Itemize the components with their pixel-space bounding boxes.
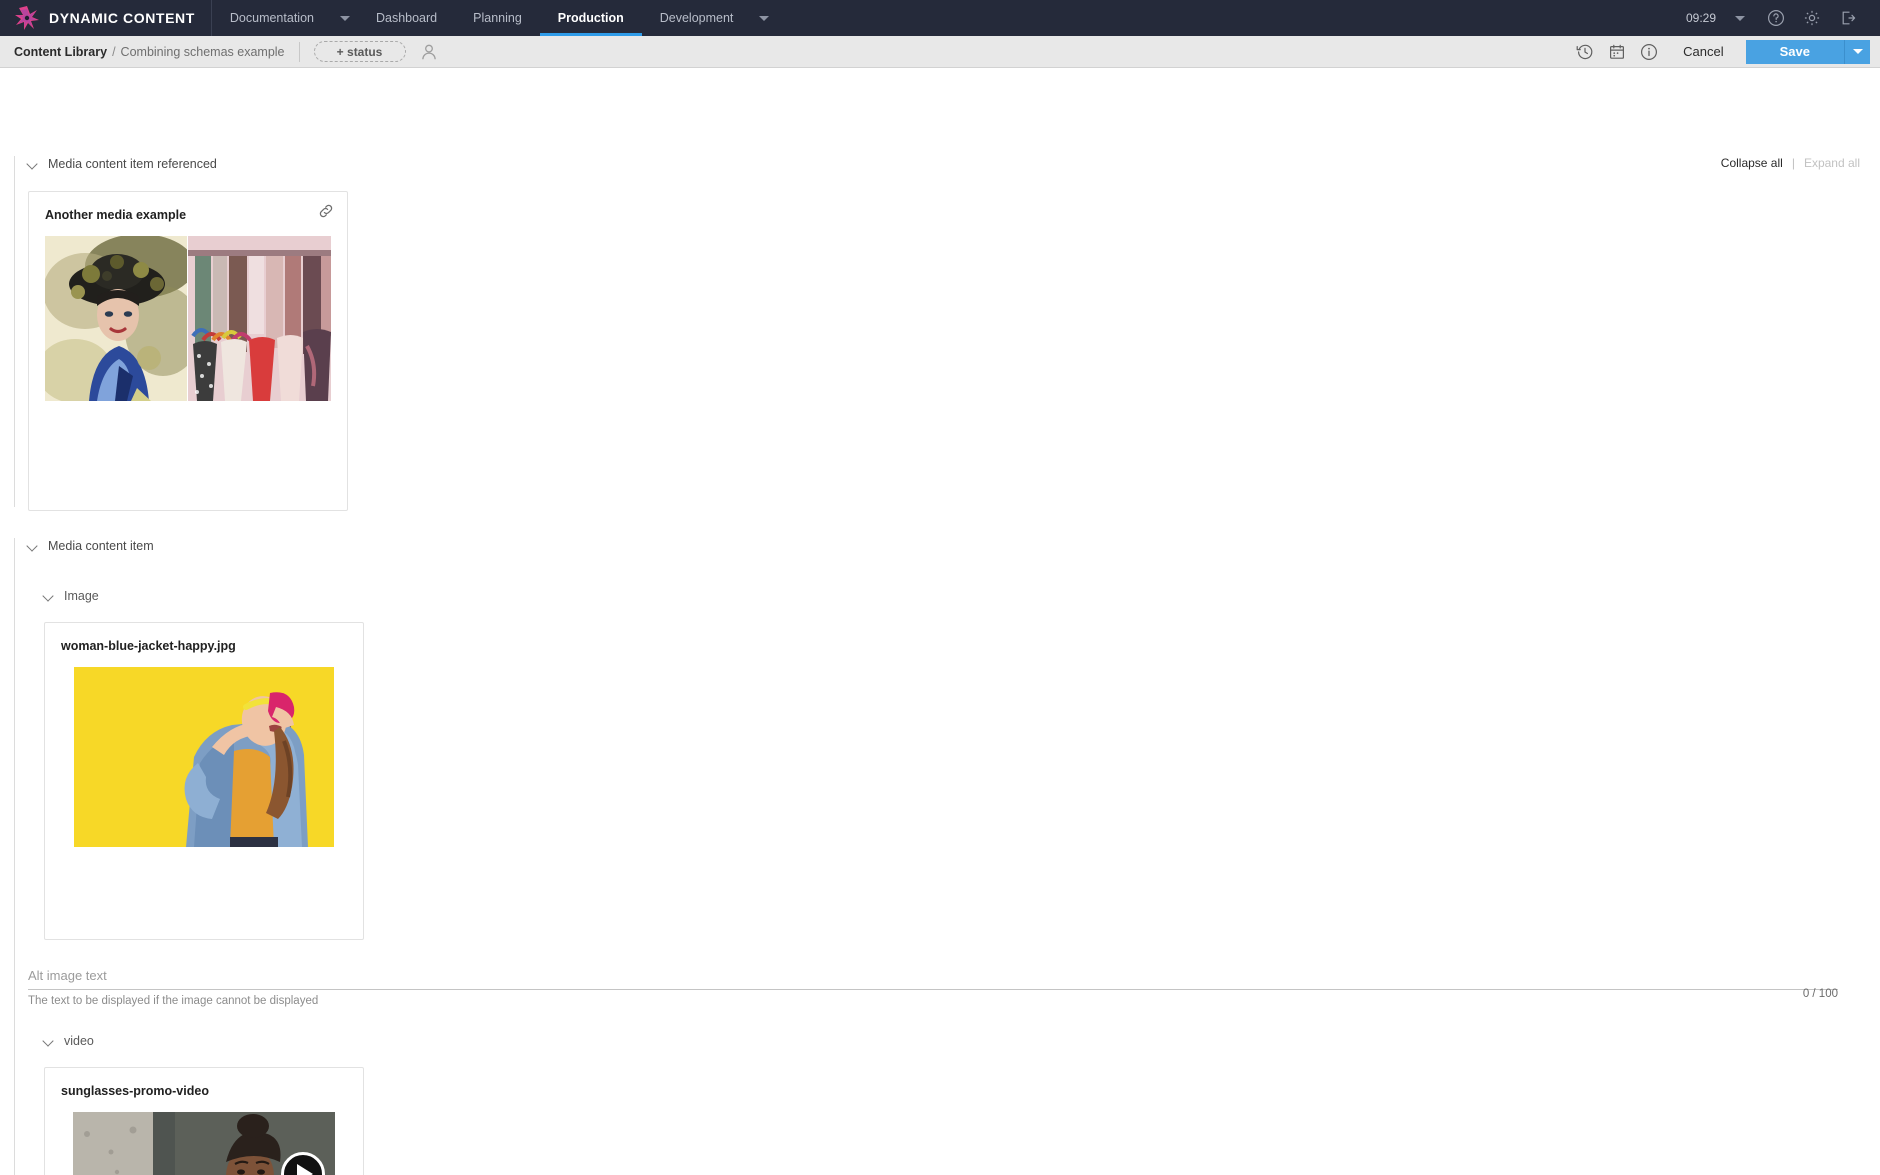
help-circle-icon — [1767, 9, 1785, 27]
logout-button[interactable] — [1830, 0, 1866, 36]
subsection-header-video[interactable]: video — [44, 1029, 1860, 1053]
section-title: Media content item — [48, 539, 154, 553]
expand-all-button: Expand all — [1803, 156, 1860, 170]
chevron-down-icon — [44, 591, 54, 601]
user-avatar-icon — [421, 44, 436, 59]
nav-label: Documentation — [229, 11, 314, 25]
nav-label: Planning — [473, 11, 522, 25]
nav-development-caret[interactable] — [751, 0, 777, 36]
breadcrumb-current-item: Combining schemas example — [120, 44, 285, 59]
top-nav-right-controls: 09:29 — [1676, 0, 1880, 36]
section-media-content-item: Media content item Image woman-blue-jack… — [0, 534, 1860, 1175]
referenced-card-thumbnail[interactable] — [45, 236, 331, 401]
section-header-media-content-item[interactable]: Media content item — [28, 534, 1860, 558]
clock-display: 09:29 — [1685, 11, 1716, 25]
gear-icon — [1804, 10, 1820, 26]
subsection-header-image[interactable]: Image — [44, 584, 1860, 608]
save-dropdown-button[interactable] — [1844, 39, 1870, 64]
expand-collapse-controls: Collapse all | Expand all — [1721, 156, 1860, 170]
assignee-avatar-button[interactable] — [414, 37, 444, 67]
subsection-image: Image woman-blue-jacket-happy.jpg — [28, 584, 1860, 940]
add-status-label: + status — [336, 44, 383, 59]
breadcrumb-root-link[interactable]: Content Library — [14, 45, 107, 59]
video-media-card[interactable]: sunglasses-promo-video — [44, 1067, 364, 1175]
top-navigation-bar: DYNAMIC CONTENT Documentation Dashboard … — [0, 0, 1880, 36]
nav-item-planning[interactable]: Planning — [455, 0, 540, 36]
nav-item-documentation[interactable]: Documentation — [212, 0, 332, 36]
brand-name: DYNAMIC CONTENT — [49, 10, 195, 26]
info-circle-icon — [1641, 43, 1658, 60]
link-chain-icon[interactable] — [317, 202, 335, 220]
chevron-down-icon — [339, 15, 350, 21]
logout-icon — [1842, 11, 1856, 25]
save-button[interactable]: Save — [1745, 39, 1844, 64]
alt-image-text-field-row: The text to be displayed if the image ca… — [28, 966, 1838, 1007]
history-button[interactable] — [1569, 36, 1601, 68]
video-card-thumbnail[interactable] — [61, 1112, 347, 1175]
subsection-video: video sunglasses-promo-video — [28, 1029, 1860, 1175]
section-header-referenced[interactable]: Media content item referenced — [28, 152, 380, 176]
history-clock-icon — [1576, 44, 1593, 59]
collapse-all-button[interactable]: Collapse all — [1721, 156, 1783, 170]
nav-label: Production — [557, 11, 624, 25]
breadcrumb-right-actions: Cancel Save — [1569, 36, 1870, 68]
calendar-icon — [1610, 44, 1625, 59]
main-nav-items: Documentation Dashboard Planning Product… — [212, 0, 778, 36]
alt-image-text-helper: The text to be displayed if the image ca… — [28, 995, 319, 1007]
add-status-button[interactable]: + status — [313, 41, 406, 62]
settings-button[interactable] — [1794, 0, 1830, 36]
referenced-card-title: Another media example — [45, 208, 187, 222]
chevron-down-icon — [1852, 49, 1863, 54]
breadcrumb-separator: / — [112, 44, 116, 59]
chevron-down-icon — [44, 1036, 54, 1046]
alt-image-text-input[interactable] — [28, 966, 1838, 990]
content-editor-body: Collapse all | Expand all Media content … — [0, 68, 1880, 1175]
cancel-button[interactable]: Cancel — [1665, 44, 1741, 59]
help-button[interactable] — [1758, 0, 1794, 36]
info-button[interactable] — [1633, 36, 1665, 68]
subsection-title: video — [64, 1034, 94, 1048]
starburst-logo-icon — [14, 5, 40, 31]
schedule-button[interactable] — [1601, 36, 1633, 68]
chevron-down-icon — [759, 15, 770, 21]
brand-logo[interactable]: DYNAMIC CONTENT — [0, 0, 212, 36]
nav-item-dashboard[interactable]: Dashboard — [358, 0, 455, 36]
nav-label: Dashboard — [375, 11, 438, 25]
subsection-title: Image — [64, 589, 99, 603]
image-card-thumbnail[interactable] — [61, 667, 347, 847]
section-media-content-item-referenced: Media content item referenced Another me… — [0, 152, 380, 511]
chevron-down-icon — [28, 541, 38, 551]
chevron-down-icon — [28, 159, 38, 169]
image-media-card[interactable]: woman-blue-jacket-happy.jpg — [44, 622, 364, 940]
nav-item-development[interactable]: Development — [642, 0, 752, 36]
play-triangle — [297, 1164, 313, 1175]
alt-image-text-counter: 0 / 100 — [1802, 988, 1838, 1000]
video-card-title: sunglasses-promo-video — [61, 1084, 209, 1098]
save-button-group: Save — [1745, 39, 1870, 64]
chevron-down-icon — [1735, 15, 1745, 21]
image-card-title: woman-blue-jacket-happy.jpg — [61, 639, 236, 653]
nav-documentation-caret[interactable] — [332, 0, 358, 36]
breadcrumb-toolbar: Content Library / Combining schemas exam… — [0, 36, 1880, 68]
clock-dropdown-button[interactable] — [1722, 0, 1758, 36]
nav-item-production[interactable]: Production — [539, 0, 642, 36]
section-title: Media content item referenced — [48, 157, 217, 171]
nav-label: Development — [659, 11, 734, 25]
toolbar-divider — [298, 41, 300, 62]
referenced-media-card[interactable]: Another media example — [28, 191, 348, 511]
controls-divider: | — [1791, 156, 1795, 170]
